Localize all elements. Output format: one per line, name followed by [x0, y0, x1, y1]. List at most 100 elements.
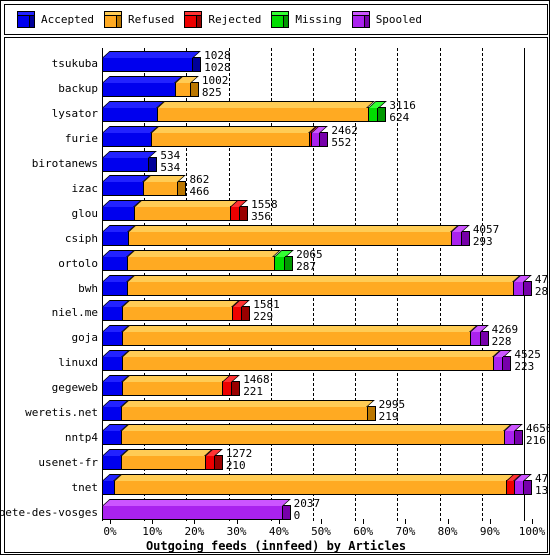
bar-side-cap — [320, 131, 329, 147]
bar-segment-refused — [127, 231, 452, 247]
bar-value-labels: 1581 229 — [253, 299, 280, 322]
bar-value-labels: 4057 293 — [473, 224, 500, 247]
bar-side-cap — [178, 181, 187, 197]
bar-side-cap — [503, 355, 512, 371]
bar-top-accepted — [102, 100, 166, 108]
y-axis-label-csiph: csiph — [64, 231, 98, 245]
bar-linuxd — [102, 349, 524, 371]
bar-segment-accepted — [102, 181, 144, 197]
legend-label: Refused — [127, 12, 175, 26]
bar-segment-spooled — [492, 355, 504, 371]
bar-top-refused — [157, 100, 376, 108]
x-axis-tick-label-80: 80% — [437, 525, 458, 538]
bar-top-accepted — [102, 51, 201, 58]
y-axis-label-tsukuba: tsukuba — [51, 57, 98, 71]
bar-nntp4 — [102, 424, 524, 446]
bar-side-cap — [524, 480, 532, 496]
bar-value-labels: 862 466 — [189, 174, 209, 197]
bar-accepted-value: 552 — [331, 135, 352, 149]
y-axis-label-niel.me: niel.me — [51, 306, 98, 320]
y-axis-label-linuxd: linuxd — [58, 356, 98, 370]
bar-total-value: 534 — [160, 148, 181, 162]
y-axis-label-glou: glou — [71, 206, 99, 220]
x-tick-10 — [152, 519, 154, 524]
bar-side-cap — [514, 430, 523, 446]
bar-side-cap — [214, 455, 223, 471]
bar-segment-rejected — [232, 305, 243, 321]
bar-segment-accepted — [102, 81, 176, 97]
bar-segment-accepted — [102, 106, 158, 122]
y-axis-label-tnet: tnet — [71, 480, 99, 494]
y-axis-label-furie: furie — [64, 132, 98, 146]
bar-total-value: 1002 — [201, 73, 229, 87]
bar-top-refused — [127, 225, 459, 233]
bar-accepted-value: 624 — [389, 110, 410, 124]
x-tick-20 — [194, 519, 196, 524]
bar-side-cap — [242, 305, 251, 321]
chart-screenshot: Accepted Refused Rejected Missing Spooled ts… — [0, 0, 550, 555]
bar-value-labels: 2037 0 — [294, 498, 321, 521]
x-axis-tick-label-70: 70% — [395, 525, 416, 538]
bar-side-cap — [190, 81, 199, 97]
x-axis-tick-label-90: 90% — [479, 525, 500, 538]
x-tick-40 — [278, 519, 280, 524]
bar-segment-rejected — [506, 480, 515, 496]
bar-side-cap — [282, 505, 291, 521]
bar-goja — [102, 324, 524, 346]
bar-izac — [102, 175, 524, 197]
bar-top-refused — [121, 349, 501, 357]
bar-segment-refused — [113, 480, 507, 496]
bar-accepted-value: 221 — [243, 384, 264, 398]
x-axis-labels: 0% 10% 20% 30% 40% 50% 60% 70% 80% 90% 100% — [102, 519, 545, 539]
bar-segment-refused — [121, 380, 223, 396]
bar-segment-accepted — [102, 355, 122, 371]
bar-segment-refused — [121, 355, 493, 371]
bar-segment-refused — [133, 206, 231, 222]
bar-segment-spooled — [514, 480, 524, 496]
bar-value-labels: 4525 223 — [514, 349, 541, 372]
legend-label: Accepted — [41, 12, 94, 26]
bar-top-refused — [120, 449, 213, 457]
bar-top-refused — [133, 200, 239, 208]
y-axis-labels: tsukuba backup lysator furie birotanews izac g… — [1, 48, 99, 521]
bar-side-cap — [367, 405, 376, 421]
bar-segment-accepted — [102, 330, 123, 346]
bar-top-refused — [126, 275, 522, 283]
bar-top-refused — [150, 125, 317, 133]
bar-segment-accepted — [102, 206, 134, 222]
bar-side-cap — [149, 156, 158, 172]
x-tick-70 — [405, 519, 407, 524]
y-axis-label-lysator: lysator — [51, 107, 98, 121]
bar-segment-spooled — [513, 281, 524, 297]
x-axis-tick-label-60: 60% — [353, 525, 374, 538]
y-axis-label-ortolo: ortolo — [58, 256, 98, 270]
bar-segment-refused — [121, 405, 368, 421]
legend-label: Missing — [295, 12, 342, 26]
bar-accepted-value: 216 — [525, 434, 546, 448]
y-axis-label-bwh: bwh — [78, 281, 98, 295]
legend-item-rejected: Rejected — [184, 11, 261, 28]
plot-frame: tsukuba backup lysator furie birotanews izac g… — [1, 37, 549, 553]
bar-segment-refused — [150, 131, 309, 147]
bar-segment-refused — [127, 256, 274, 272]
bar-top-accepted — [102, 75, 183, 83]
bar-segment-accepted — [102, 231, 128, 247]
bar-side-cap — [232, 380, 241, 396]
bar-accepted-value: 293 — [472, 235, 493, 249]
x-axis-tick-label-40: 40% — [268, 525, 289, 538]
x-axis-title: Outgoing feeds (innfeed) by Articles — [145, 539, 407, 553]
bar-accepted-value: 281 — [534, 285, 549, 299]
bar-total-value: 1468 — [243, 372, 270, 386]
bar-accepted-value: 228 — [491, 334, 512, 348]
bar-bwh — [102, 275, 532, 297]
bar-tsukuba — [102, 51, 524, 72]
bar-top-refused — [121, 374, 231, 382]
chart-legend: Accepted Refused Rejected Missing Spooled — [4, 4, 548, 35]
legend-item-missing: Missing — [271, 11, 342, 28]
legend-label: Spooled — [375, 12, 423, 26]
y-axis-label-birotanews: birotanews — [31, 157, 98, 171]
bar-segment-accepted — [102, 156, 150, 172]
bar-segment-refused — [175, 81, 191, 97]
bar-segment-accepted — [102, 430, 122, 446]
bar-lysator — [102, 100, 524, 122]
